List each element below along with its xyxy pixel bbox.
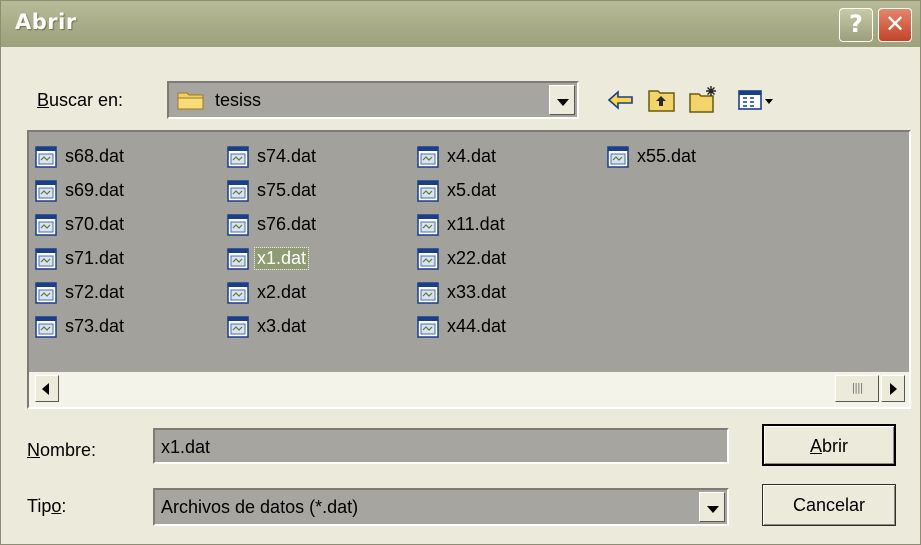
look-in-label: Buscar en: — [37, 90, 124, 110]
data-file-icon — [227, 248, 249, 275]
open-button[interactable]: Abrir — [762, 424, 896, 466]
file-list[interactable]: s68.dat s69.dat s70.dat s71.dat s72.dat s73.d… — [27, 130, 911, 409]
chevron-down-icon[interactable] — [699, 492, 725, 522]
file-item[interactable]: x55.dat — [607, 142, 787, 172]
file-name: s73.dat — [65, 316, 125, 336]
file-item[interactable]: x3.dat — [227, 312, 407, 342]
data-file-icon — [417, 180, 439, 207]
data-file-icon — [227, 282, 249, 309]
file-item[interactable]: x5.dat — [417, 176, 597, 206]
help-button[interactable]: ? — [839, 8, 873, 42]
scrollbar-thumb[interactable]: |||| — [835, 375, 879, 402]
data-file-icon — [35, 248, 57, 275]
file-name: x4.dat — [447, 146, 497, 166]
new-folder-icon[interactable] — [687, 85, 719, 115]
data-file-icon — [417, 146, 439, 173]
window-title: Abrir — [15, 10, 77, 34]
close-icon: ✕ — [884, 10, 906, 38]
horizontal-scrollbar[interactable]: |||| — [29, 372, 909, 407]
file-item[interactable]: s70.dat — [35, 210, 215, 240]
file-name: x2.dat — [257, 282, 307, 302]
view-menu-icon[interactable] — [736, 85, 776, 115]
file-name: x5.dat — [447, 180, 497, 200]
file-name: s70.dat — [65, 214, 125, 234]
data-file-icon — [35, 214, 57, 241]
file-name: s68.dat — [65, 146, 125, 166]
up-folder-icon[interactable] — [646, 85, 678, 115]
file-item[interactable]: s69.dat — [35, 176, 215, 206]
file-item[interactable]: s74.dat — [227, 142, 407, 172]
filename-label: Nombre: — [27, 440, 97, 460]
cancel-button[interactable]: Cancelar — [762, 484, 896, 526]
data-file-icon — [35, 180, 57, 207]
file-name: x22.dat — [447, 248, 507, 268]
file-name: s74.dat — [257, 146, 317, 166]
file-item[interactable]: s75.dat — [227, 176, 407, 206]
chevron-down-icon[interactable] — [549, 85, 575, 115]
file-item[interactable]: x33.dat — [417, 278, 597, 308]
file-name: s71.dat — [65, 248, 125, 268]
file-item[interactable]: s71.dat — [35, 244, 215, 274]
filename-input[interactable]: x1.dat — [153, 428, 729, 464]
back-arrow-icon[interactable] — [605, 85, 637, 115]
folder-icon — [177, 92, 204, 110]
file-item[interactable]: s68.dat — [35, 142, 215, 172]
file-name: x3.dat — [257, 316, 307, 336]
data-file-icon — [227, 180, 249, 207]
file-name: s72.dat — [65, 282, 125, 302]
file-item[interactable]: x22.dat — [417, 244, 597, 274]
data-file-icon — [417, 248, 439, 275]
scroll-right-arrow-icon[interactable] — [881, 375, 905, 402]
file-name: x44.dat — [447, 316, 507, 336]
data-file-icon — [227, 316, 249, 343]
look-in-value: tesiss — [215, 90, 262, 110]
file-name: x1.dat — [253, 247, 310, 270]
file-item[interactable]: x1.dat — [227, 244, 407, 274]
data-file-icon — [417, 214, 439, 241]
data-file-icon — [227, 214, 249, 241]
data-file-icon — [417, 316, 439, 343]
filename-value: x1.dat — [161, 437, 211, 457]
data-file-icon — [35, 282, 57, 309]
data-file-icon — [35, 146, 57, 173]
file-name: x11.dat — [447, 214, 505, 234]
data-file-icon — [227, 146, 249, 173]
file-name: x55.dat — [637, 146, 697, 166]
file-item[interactable]: x4.dat — [417, 142, 597, 172]
filetype-dropdown[interactable]: Archivos de datos (*.dat) — [153, 488, 729, 526]
file-item[interactable]: s72.dat — [35, 278, 215, 308]
data-file-icon — [417, 282, 439, 309]
scroll-left-arrow-icon[interactable] — [35, 375, 59, 402]
data-file-icon — [607, 146, 629, 173]
data-file-icon — [35, 316, 57, 343]
file-name: x33.dat — [447, 282, 507, 302]
close-button[interactable]: ✕ — [878, 8, 912, 42]
look-in-dropdown[interactable]: tesiss — [167, 81, 579, 119]
file-item[interactable]: x44.dat — [417, 312, 597, 342]
file-item[interactable]: x11.dat — [417, 210, 597, 240]
filetype-label: Tipo: — [27, 496, 67, 516]
file-item[interactable]: s73.dat — [35, 312, 215, 342]
file-name: s75.dat — [257, 180, 317, 200]
file-item[interactable]: s76.dat — [227, 210, 407, 240]
file-item[interactable]: x2.dat — [227, 278, 407, 308]
file-name: s69.dat — [65, 180, 125, 200]
title-bar[interactable]: Abrir ? ✕ — [1, 1, 920, 47]
open-file-dialog: Abrir ? ✕ Buscar en: tesiss s68.dat s69.… — [0, 0, 921, 545]
help-icon: ? — [849, 10, 863, 38]
file-name: s76.dat — [257, 214, 317, 234]
filetype-value: Archivos de datos (*.dat) — [161, 497, 359, 517]
